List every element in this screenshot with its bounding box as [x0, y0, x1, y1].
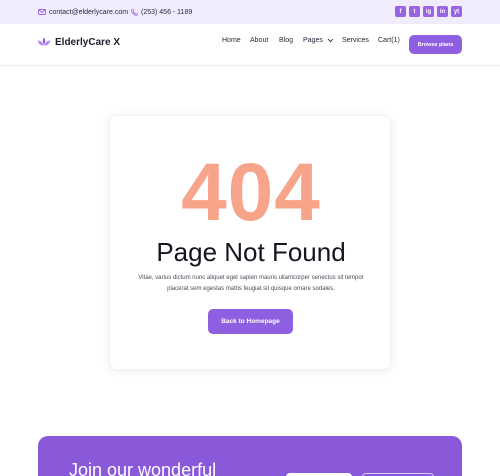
mail-icon	[38, 9, 46, 15]
facebook-icon[interactable]: f	[395, 6, 406, 17]
nav-pages-label: Pages	[303, 36, 323, 44]
site-header: ElderlyCare X Home About Blog Pages Serv…	[0, 24, 500, 66]
phone-text: (253) 456 - 1189	[141, 8, 193, 16]
logo[interactable]: ElderlyCare X	[37, 37, 120, 48]
phone-contact[interactable]: (253) 456 - 1189	[131, 0, 192, 24]
error-card: 404 Page Not Found Vitae, varius dictum …	[109, 115, 391, 370]
error-description: Vitae, varius dictum nunc aliquet eget s…	[138, 275, 364, 292]
banner-title: Join our wonderful	[69, 460, 217, 476]
nav-cart[interactable]: Cart(1)	[378, 37, 400, 44]
nav-home[interactable]: Home	[222, 37, 241, 44]
error-code: 404	[181, 147, 321, 238]
nav-about[interactable]: About	[250, 37, 268, 44]
error-title: Page Not Found	[156, 237, 346, 267]
nav-pages[interactable]: Pages	[303, 37, 334, 44]
nav-blog[interactable]: Blog	[279, 37, 293, 44]
phone-icon	[131, 8, 138, 16]
email-contact[interactable]: contact@elderlycare.com	[38, 0, 128, 24]
nav-services[interactable]: Services	[342, 37, 369, 44]
lotus-logo-icon	[37, 37, 51, 46]
browse-plans-button[interactable]: Browse plans	[409, 35, 462, 54]
chevron-down-icon	[327, 38, 334, 42]
email-text: contact@elderlycare.com	[49, 8, 129, 16]
social-links: f t ig in yt	[395, 6, 462, 17]
twitter-icon[interactable]: t	[409, 6, 420, 17]
newsletter-banner: Join our wonderful	[38, 436, 462, 476]
youtube-icon[interactable]: yt	[451, 6, 462, 17]
logo-text: ElderlyCare X	[55, 37, 121, 48]
topbar: contact@elderlycare.com (253) 456 - 1189…	[0, 0, 500, 24]
linkedin-icon[interactable]: in	[437, 6, 448, 17]
back-to-homepage-button[interactable]: Back to Homepage	[208, 309, 293, 334]
instagram-icon[interactable]: ig	[423, 6, 434, 17]
